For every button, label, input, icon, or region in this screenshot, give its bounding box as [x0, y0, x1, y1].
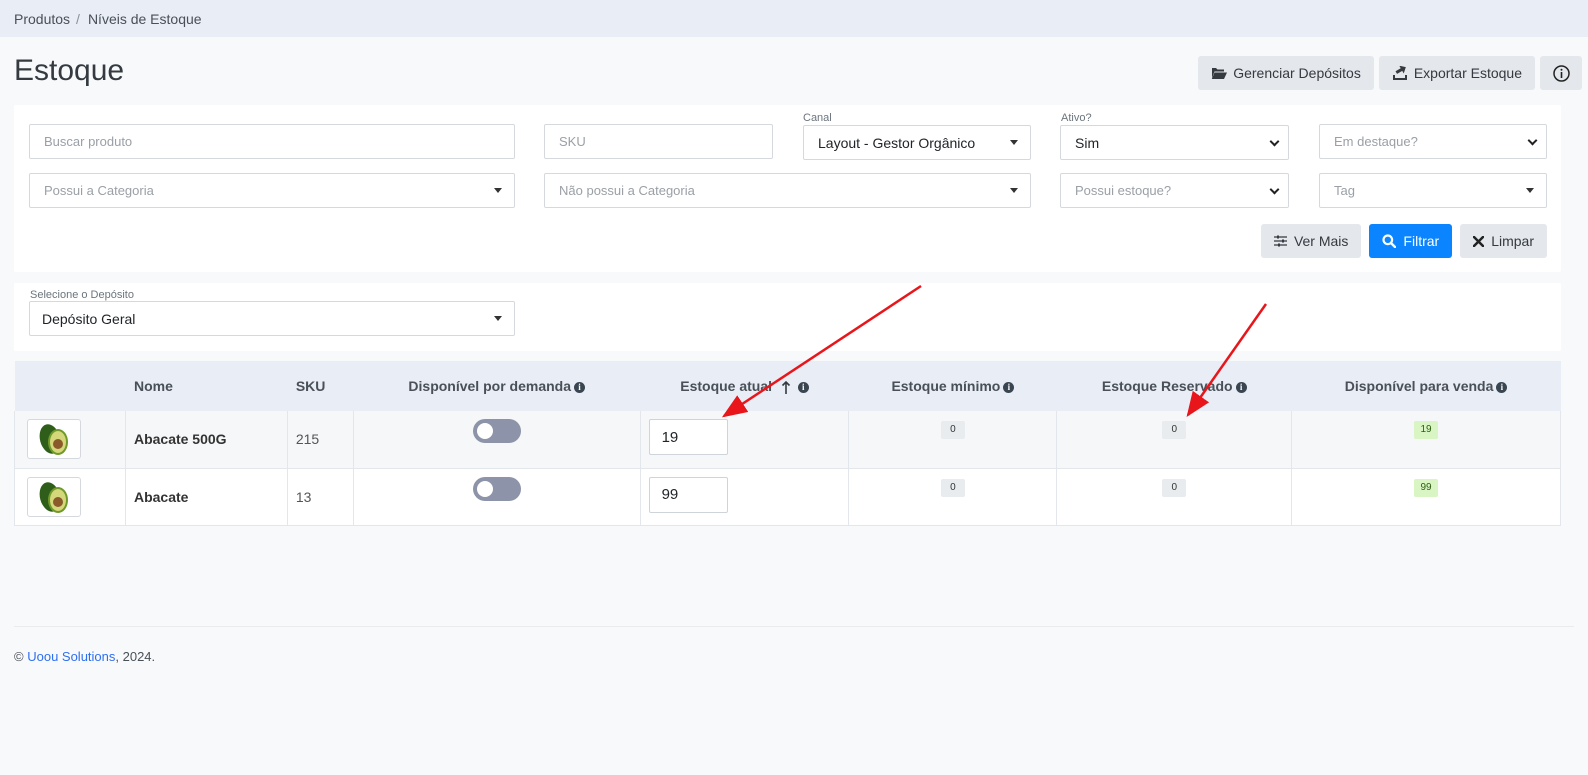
footer-divider	[14, 626, 1574, 627]
tag-select[interactable]: Tag	[1319, 173, 1547, 208]
available-badge: 19	[1414, 421, 1439, 439]
deposit-panel: Selecione o Depósito Depósito Geral	[14, 283, 1561, 351]
stock-table: Nome SKU Disponível por demanda i Estoque…	[14, 361, 1561, 526]
active-label: Ativo?	[1061, 112, 1092, 124]
min-stock-badge: 0	[940, 421, 965, 439]
sort-up-arrow-icon	[781, 380, 790, 394]
see-more-label: Ver Mais	[1293, 233, 1349, 249]
active-value: Sim	[1075, 134, 1100, 151]
search-product-input[interactable]: Buscar produto	[29, 124, 515, 159]
product-thumbnail[interactable]	[27, 476, 81, 517]
channel-select[interactable]: Layout - Gestor Orgânico	[803, 125, 1031, 160]
sliders-icon	[1273, 235, 1287, 247]
reserved-stock-badge: 0	[1162, 478, 1187, 497]
product-sku: 215	[295, 431, 320, 447]
caret-down-icon	[1010, 140, 1018, 145]
product-image-cell	[14, 468, 126, 525]
info-icon: i	[1496, 381, 1508, 393]
caret-down-icon	[1010, 188, 1018, 193]
table-row: Abacate 13 99 0 0 99	[14, 468, 1561, 525]
caret-down-icon	[494, 316, 502, 321]
table-row: Abacate 500G 215 19 0 0 19	[14, 411, 1561, 468]
table-header-row: Nome SKU Disponível por demanda i Estoque…	[14, 361, 1561, 411]
product-sku: 13	[295, 488, 312, 505]
breadcrumb: Produtos / Níveis de Estoque	[0, 0, 1588, 37]
chevron-down-icon	[1269, 184, 1280, 195]
info-icon: i	[574, 381, 585, 393]
deposit-label: Selecione o Depósito	[30, 289, 134, 301]
see-more-button[interactable]: Ver Mais	[1260, 224, 1362, 258]
info-icon: i	[1003, 381, 1015, 393]
deposit-value: Depósito Geral	[42, 310, 136, 327]
header-name[interactable]: Nome	[125, 361, 288, 411]
footer: © Uoou Solutions, 2024.	[14, 649, 155, 664]
info-button[interactable]	[1540, 56, 1582, 90]
filter-button[interactable]: Filtrar	[1369, 224, 1453, 258]
footer-year: , 2024.	[115, 649, 156, 664]
top-actions: Gerenciar Depósitos Exportar Estoque	[1198, 56, 1582, 90]
on-demand-toggle[interactable]	[472, 419, 521, 443]
header-on-demand[interactable]: Disponível por demanda i	[353, 361, 641, 411]
clear-button[interactable]: Limpar	[1460, 224, 1547, 258]
filter-panel: Buscar produto SKU Canal Layout - Gestor…	[14, 105, 1561, 272]
avocado-image	[39, 424, 68, 455]
chevron-down-icon	[1527, 135, 1538, 146]
sku-input[interactable]: SKU	[544, 124, 773, 159]
product-name[interactable]: Abacate	[126, 478, 287, 505]
min-stock-badge: 0	[940, 478, 965, 497]
search-icon	[1382, 234, 1397, 248]
product-thumbnail[interactable]	[27, 419, 81, 459]
page-title: Estoque	[14, 54, 125, 87]
channel-value: Layout - Gestor Orgânico	[818, 134, 976, 151]
header-sku[interactable]: SKU	[287, 361, 354, 411]
not-category-placeholder: Não possui a Categoria	[559, 183, 695, 198]
featured-select[interactable]: Em destaque?	[1319, 124, 1547, 159]
manage-deposits-button[interactable]: Gerenciar Depósitos	[1198, 56, 1374, 90]
has-stock-select[interactable]: Possui estoque?	[1060, 173, 1289, 208]
has-stock-placeholder: Possui estoque?	[1075, 183, 1172, 198]
product-image-cell	[14, 411, 126, 468]
product-name[interactable]: Abacate 500G	[126, 420, 287, 447]
chevron-down-icon	[1269, 136, 1280, 147]
tag-placeholder: Tag	[1334, 183, 1355, 198]
company-link[interactable]: Uoou Solutions	[27, 649, 115, 664]
header-current-stock[interactable]: Estoque atual i	[640, 361, 850, 411]
header-available[interactable]: Disponível para venda i	[1291, 361, 1561, 411]
featured-placeholder: Em destaque?	[1334, 134, 1418, 149]
current-stock-input[interactable]: 19	[648, 419, 728, 455]
has-category-select[interactable]: Possui a Categoria	[29, 173, 515, 208]
avocado-image	[39, 481, 68, 513]
folder-open-icon	[1211, 67, 1228, 79]
caret-down-icon	[494, 188, 502, 193]
caret-down-icon	[1526, 188, 1534, 193]
header-reserved-stock[interactable]: Estoque Reservado i	[1056, 361, 1293, 411]
on-demand-toggle[interactable]	[472, 476, 521, 501]
breadcrumb-separator: /	[76, 10, 80, 27]
active-select[interactable]: Sim	[1060, 125, 1289, 160]
has-category-placeholder: Possui a Categoria	[44, 183, 154, 198]
filter-label: Filtrar	[1403, 233, 1440, 249]
not-category-select[interactable]: Não possui a Categoria	[544, 173, 1031, 208]
reserved-stock-badge: 0	[1162, 421, 1187, 439]
channel-label: Canal	[803, 112, 832, 124]
header-min-stock[interactable]: Estoque mínimo i	[848, 361, 1058, 411]
filter-actions: Ver Mais Filtrar Limpar	[1260, 224, 1547, 258]
breadcrumb-current: Níveis de Estoque	[87, 10, 202, 27]
breadcrumb-produtos[interactable]: Produtos	[14, 11, 70, 27]
deposit-select[interactable]: Depósito Geral	[29, 301, 515, 336]
info-icon	[1552, 64, 1570, 82]
info-icon: i	[797, 381, 809, 393]
header-image	[14, 361, 126, 411]
export-icon	[1392, 66, 1407, 80]
export-stock-button[interactable]: Exportar Estoque	[1378, 56, 1535, 90]
manage-deposits-label: Gerenciar Depósitos	[1233, 65, 1361, 81]
available-badge: 99	[1414, 478, 1439, 497]
clear-label: Limpar	[1491, 233, 1534, 249]
close-icon	[1473, 235, 1485, 247]
export-stock-label: Exportar Estoque	[1413, 65, 1522, 81]
current-stock-input[interactable]: 99	[648, 476, 728, 513]
info-icon: i	[1235, 381, 1247, 393]
copyright-symbol: ©	[14, 649, 24, 664]
